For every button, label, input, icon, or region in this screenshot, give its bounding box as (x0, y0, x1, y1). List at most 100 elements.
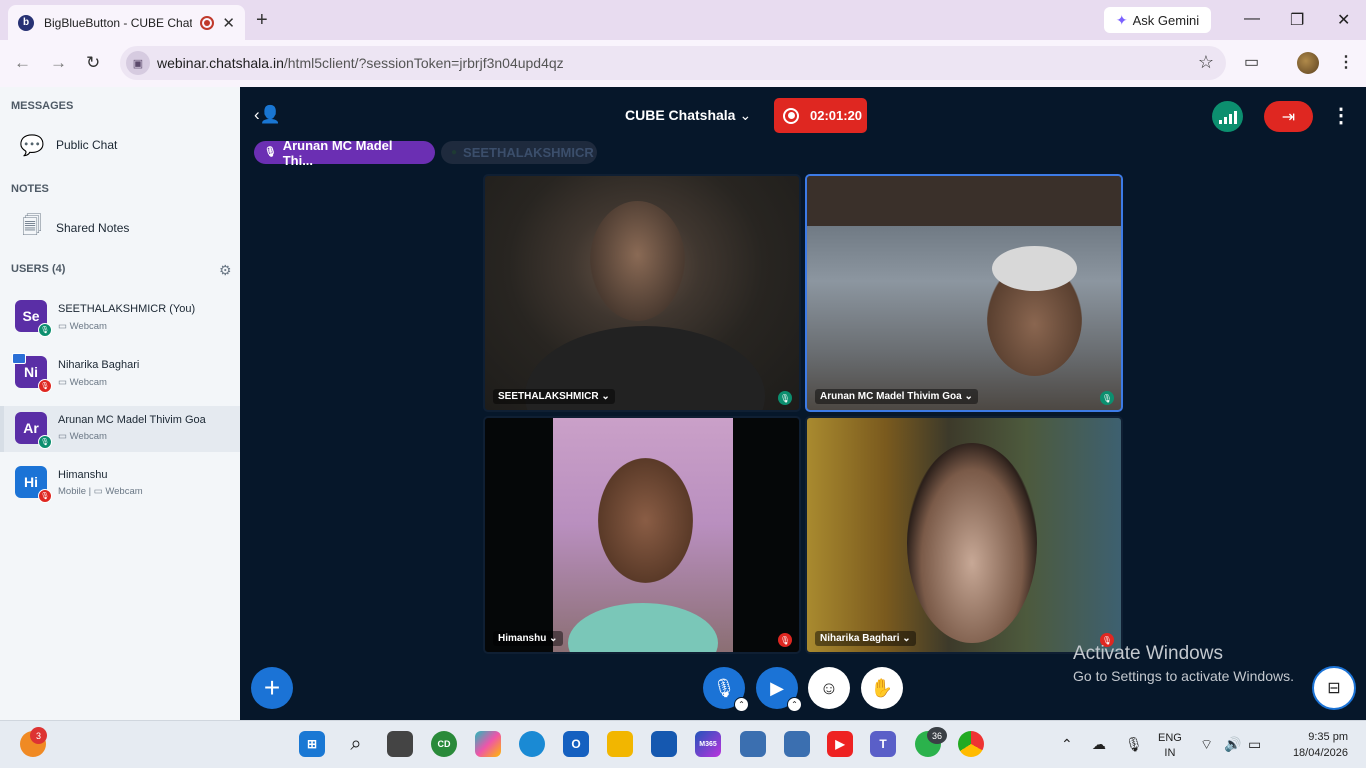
user-status: ▭ Webcam (58, 431, 107, 442)
address-bar-row: ← → ↻ ▣ webinar.chatshala.in/html5client… (0, 40, 1366, 87)
minimize-icon[interactable]: — (1244, 10, 1260, 28)
app-cd-icon[interactable]: CD (431, 731, 457, 757)
user-name: Himanshu (58, 469, 108, 481)
browser-tab-bar: b BigBlueButton - CUBE Chatshala ✕ + ✦ A… (0, 0, 1366, 40)
microsoft-store-icon[interactable] (651, 731, 677, 757)
onedrive-icon[interactable]: ☁ (1092, 736, 1106, 753)
ask-gemini-label: Ask Gemini (1132, 12, 1200, 28)
user-item-himanshu[interactable]: Hi 🎙 Himanshu Mobile | ▭ Webcam (0, 461, 240, 511)
microphone-icon: 🎙 (712, 677, 736, 698)
show-hidden-icons-icon[interactable]: ⌃ (1061, 736, 1073, 753)
participant-video (907, 443, 1037, 643)
video-tile-himanshu[interactable]: Himanshu ⌄ 🎙 (483, 416, 801, 654)
recording-indicator-icon (200, 15, 215, 30)
video-tile-niharika[interactable]: Niharika Baghari ⌄ 🎙 (805, 416, 1123, 654)
user-name: Niharika Baghari (58, 359, 140, 371)
user-item-niharika[interactable]: Ni 🎙 Niharika Baghari ▭ Webcam (0, 351, 240, 401)
options-menu-icon[interactable]: ⋮ (1331, 103, 1351, 128)
mic-on-icon: 🎙 (778, 391, 792, 405)
restore-presentation-button[interactable]: ⊟ (1312, 666, 1356, 710)
browser-menu-icon[interactable]: ⋮ (1338, 52, 1354, 72)
webcam-button[interactable]: ▶ ⌃ (756, 667, 802, 712)
mic-off-icon: 🎙 (38, 489, 52, 503)
search-icon[interactable]: ⌕ (343, 731, 369, 757)
restore-icon[interactable]: ❐ (1290, 10, 1304, 30)
video-name-label[interactable]: SEETHALAKSHMICR ⌄ (493, 389, 615, 404)
clock-time: 9:35 pm (1308, 731, 1348, 743)
gemini-star-icon: ✦ (1115, 11, 1128, 28)
volume-icon[interactable]: 🔊 (1224, 736, 1241, 753)
windows-start-icon[interactable]: ⊞ (299, 731, 325, 757)
new-tab-button[interactable]: + (256, 9, 268, 32)
site-info-icon[interactable]: ▣ (126, 51, 150, 75)
actions-plus-button[interactable]: + (251, 667, 293, 709)
conference-name-dropdown[interactable]: CUBE Chatshala ⌄ (625, 107, 751, 124)
video-name-label[interactable]: Arunan MC Madel Thivim Goa ⌄ (815, 389, 978, 404)
raise-hand-button[interactable]: ✋ (861, 667, 903, 709)
outlook-icon[interactable]: O (563, 731, 589, 757)
user-name: SEETHALAKSHMICR (You) (58, 303, 196, 315)
leave-meeting-icon[interactable]: ⇥ (1264, 101, 1313, 132)
user-item-arunan[interactable]: Ar 🎙 Arunan MC Madel Thivim Goa ▭ Webcam (0, 406, 240, 452)
video-tile-seethalakshmicr[interactable]: SEETHALAKSHMICR ⌄ 🎙 (483, 174, 801, 412)
language-indicator[interactable]: ENG IN (1158, 731, 1182, 761)
task-view-icon[interactable] (387, 731, 413, 757)
video-options-caret-icon[interactable]: ⌃ (787, 697, 802, 712)
talker-name: Arunan MC Madel Thi... (282, 137, 393, 168)
battery-icon[interactable]: ▭ (1248, 736, 1261, 753)
cast-screen-icon[interactable]: ▭ (1244, 52, 1259, 72)
messages-heading: MESSAGES (11, 100, 74, 112)
close-tab-icon[interactable]: ✕ (222, 14, 235, 32)
browser-tab[interactable]: b BigBlueButton - CUBE Chatshala ✕ (8, 5, 245, 40)
gear-icon[interactable]: ⚙ (219, 262, 232, 279)
chrome-icon[interactable] (958, 731, 984, 757)
audio-options-caret-icon[interactable]: ⌃ (734, 697, 749, 712)
hand-icon: ✋ (870, 677, 894, 698)
bigbluebutton-favicon-icon: b (18, 14, 34, 31)
youtube-icon[interactable]: ▶ (827, 731, 853, 757)
url-text[interactable]: webinar.chatshala.in/html5client/?sessio… (157, 55, 564, 71)
system-clock[interactable]: 9:35 pm 18/04/2026 (1288, 729, 1348, 761)
forward-arrow-icon[interactable]: → (50, 53, 67, 73)
wifi-icon[interactable]: ⌔ (1200, 736, 1213, 754)
watermark-subtitle: Go to Settings to activate Windows. (1073, 668, 1294, 684)
close-window-icon[interactable]: ✕ (1337, 10, 1350, 30)
presentation-icon: ⊟ (1327, 680, 1341, 697)
recording-button[interactable]: 02:01:20 (774, 98, 867, 133)
chat-bubble-icon: 💬 (19, 134, 45, 157)
video-tile-arunan[interactable]: Arunan MC Madel Thivim Goa ⌄ 🎙 (805, 174, 1123, 412)
notes-document-icon: 🗐 (22, 215, 42, 237)
url-bar[interactable]: ▣ webinar.chatshala.in/html5client/?sess… (120, 46, 1226, 80)
participant-hair (992, 246, 1077, 291)
talking-indicator-idle[interactable]: ● SEETHALAKSHMICR (441, 141, 597, 164)
tab-title: BigBlueButton - CUBE Chatshala (44, 15, 193, 30)
python-alt-icon[interactable] (784, 731, 810, 757)
file-explorer-icon[interactable] (607, 731, 633, 757)
public-chat-item[interactable]: 💬 Public Chat (0, 125, 240, 165)
bookmark-star-icon[interactable]: ☆ (1198, 52, 1214, 73)
connection-status-icon[interactable] (1212, 101, 1243, 132)
ask-gemini-button[interactable]: ✦ Ask Gemini (1104, 7, 1211, 33)
copilot-icon[interactable] (475, 731, 501, 757)
mute-button[interactable]: 🎙 ⌃ (703, 667, 749, 712)
m365-icon[interactable]: M365 (695, 731, 721, 757)
microphone-tray-icon[interactable]: 🎙 (1125, 736, 1143, 753)
teams-icon[interactable]: T (870, 731, 896, 757)
mic-on-icon: 🎙 (38, 435, 52, 449)
user-item-seethalakshmicr[interactable]: Se 🎙 SEETHALAKSHMICR (You) ▭ Webcam (0, 295, 240, 345)
profile-avatar[interactable] (1297, 52, 1319, 74)
notes-heading: NOTES (11, 183, 49, 195)
mic-on-icon: 🎙 (38, 323, 52, 337)
reactions-button[interactable]: ☺ (808, 667, 850, 709)
shared-notes-item[interactable]: 🗐 Shared Notes (0, 208, 240, 248)
video-name-label[interactable]: Niharika Baghari ⌄ (815, 631, 916, 646)
back-arrow-icon[interactable]: ← (14, 53, 31, 73)
video-name-label[interactable]: Himanshu ⌄ (493, 631, 563, 646)
edge-browser-icon[interactable] (519, 731, 545, 757)
smiley-icon: ☺ (819, 677, 839, 698)
toggle-user-list-icon[interactable]: ‹👤 (254, 105, 281, 125)
python-icon[interactable] (740, 731, 766, 757)
talking-indicator-active[interactable]: 🎙 Arunan MC Madel Thi... (254, 138, 435, 168)
reload-icon[interactable]: ↻ (86, 53, 100, 73)
camera-icon: ▶ (770, 677, 784, 698)
